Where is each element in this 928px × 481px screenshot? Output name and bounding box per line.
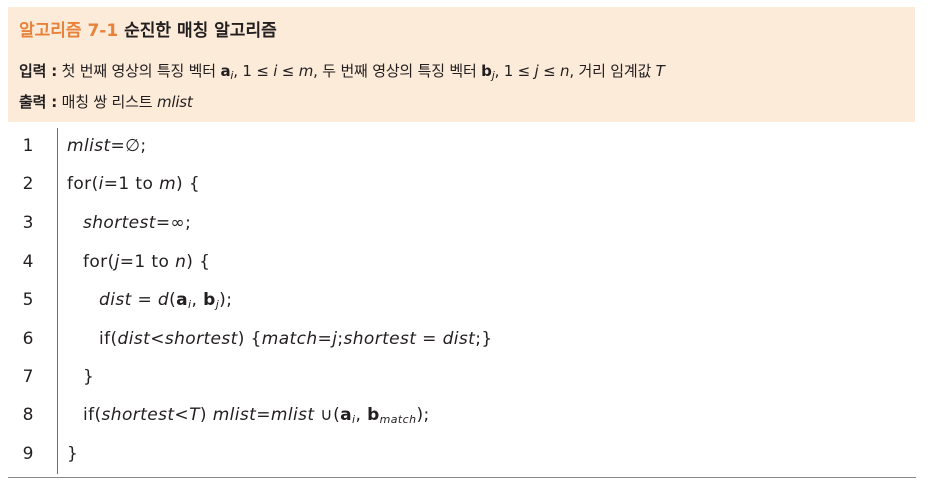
code-text: dist = d(ai, bj);: [99, 290, 232, 311]
algorithm-header: 알고리즘 7-1 순진한 매칭 알고리즘 입력 : 첫 번째 영상의 특징 벡터…: [8, 7, 915, 122]
code-token: ): [199, 405, 213, 425]
algorithm-title: 알고리즘 7-1 순진한 매칭 알고리즘: [19, 16, 277, 41]
code-line: 7 }: [8, 359, 916, 397]
code-token: for(: [67, 174, 99, 194]
code-text: mlist=∅;: [67, 136, 147, 156]
input-text-2: , 두 번째 영상의 특징 벡터: [313, 62, 477, 80]
input-text-1: 첫 번째 영상의 특징 벡터: [61, 62, 216, 80]
line-number: 6: [22, 329, 34, 349]
code-line: 4 for(j=1 to n) {: [8, 244, 916, 282]
output-var: mlist: [156, 93, 193, 111]
code-line: 8 if(shortest<T) mlist=mlist ∪(ai, bmatc…: [8, 397, 916, 435]
code-token: =1 to: [103, 174, 160, 194]
code-token: mlist: [270, 405, 315, 425]
code-line: 5 dist = d(ai, bj);: [8, 282, 916, 320]
code-token: match: [379, 413, 417, 426]
input-var-a: a: [220, 62, 231, 80]
code-text: if(shortest<T) mlist=mlist ∪(ai, bmatch)…: [83, 405, 430, 426]
code-token: T: [189, 405, 200, 425]
input-var-n: n: [560, 62, 570, 80]
line-number: 4: [22, 252, 34, 272]
code-token: shortest: [83, 213, 156, 233]
code-token: );: [219, 290, 233, 310]
code-token: =: [256, 405, 271, 425]
code-token: shortest: [101, 405, 175, 425]
code-token: m: [159, 174, 177, 194]
algorithm-name: 순진한 매칭 알고리즘: [124, 21, 277, 41]
code-line: 9 }: [8, 436, 916, 474]
code-token: ,: [355, 405, 368, 425]
code-token: =∞;: [155, 213, 192, 233]
line-number: 2: [22, 174, 34, 194]
code-token: ) {: [176, 174, 201, 194]
code-token: =1 to: [119, 252, 176, 272]
line-number: 1: [22, 136, 34, 156]
input-var-t: T: [655, 62, 665, 80]
input-var-m: m: [298, 62, 314, 80]
code-token: shortest: [164, 329, 238, 349]
code-token: dist: [117, 329, 151, 349]
code-token: for(: [83, 252, 115, 272]
code-line: 1 mlist=∅;: [8, 128, 916, 166]
code-token: a: [340, 405, 352, 425]
line-number: 9: [22, 444, 34, 464]
input-text-3: , 거리 임계값: [569, 62, 652, 80]
input-range-2: , 1 ≤: [494, 62, 535, 80]
code-line: 2 for(i=1 to m) {: [8, 166, 916, 204]
code-token: );: [416, 405, 430, 425]
code-token: ∪(: [314, 405, 341, 425]
code-text: for(i=1 to m) {: [67, 174, 200, 194]
code-text: if(dist<shortest) {match=j;shortest = di…: [99, 329, 493, 349]
line-number: 8: [22, 405, 34, 425]
line-number: 3: [22, 213, 34, 233]
input-le-m: ≤: [277, 62, 299, 80]
code-token: shortest: [343, 329, 417, 349]
code-line: 3 shortest=∞;: [8, 205, 916, 243]
code-text: shortest=∞;: [83, 213, 191, 233]
code-token: <: [150, 329, 165, 349]
code-token: match: [261, 329, 318, 349]
output-label: 출력 :: [19, 93, 58, 111]
code-token: =∅;: [110, 136, 147, 156]
line-number: 5: [22, 290, 34, 310]
code-token: if(: [83, 405, 102, 425]
input-range-1: , 1 ≤: [233, 62, 274, 80]
code-token: dist: [99, 290, 132, 310]
code-token: dist: [442, 329, 476, 349]
code-token: mlist: [67, 136, 111, 156]
bottom-rule: [8, 477, 916, 478]
input-spec: 입력 : 첫 번째 영상의 특징 벡터 ai, 1 ≤ i ≤ m, 두 번째 …: [19, 60, 665, 82]
code-token: if(: [99, 329, 118, 349]
code-token: b: [203, 290, 216, 310]
code-token: ) {: [237, 329, 262, 349]
line-number: 7: [22, 367, 34, 387]
code-token: b: [367, 405, 380, 425]
code-text: }: [83, 367, 95, 387]
input-le-n: ≤: [538, 62, 561, 80]
code-token: ,: [191, 290, 204, 310]
code-line: 6 if(dist<shortest) {match=j;shortest = …: [8, 321, 916, 359]
code-text: for(j=1 to n) {: [83, 252, 210, 272]
code-text: }: [67, 444, 79, 464]
code-token: ;}: [475, 329, 493, 349]
code-token: a: [176, 290, 189, 310]
output-spec: 출력 : 매칭 쌍 리스트 mlist: [19, 91, 193, 112]
output-text: 매칭 쌍 리스트: [61, 93, 153, 111]
code-token: mlist: [212, 405, 257, 425]
code-token: <: [174, 405, 190, 425]
code-token: d: [157, 290, 170, 310]
code-token: =: [317, 329, 333, 349]
code-token: n: [175, 252, 187, 272]
code-token: =: [131, 290, 158, 310]
input-var-b: b: [481, 62, 492, 80]
code-token: ) {: [186, 252, 211, 272]
input-label: 입력 :: [19, 62, 58, 80]
code-token: =: [416, 329, 443, 349]
algorithm-number: 알고리즘 7-1: [19, 21, 119, 41]
